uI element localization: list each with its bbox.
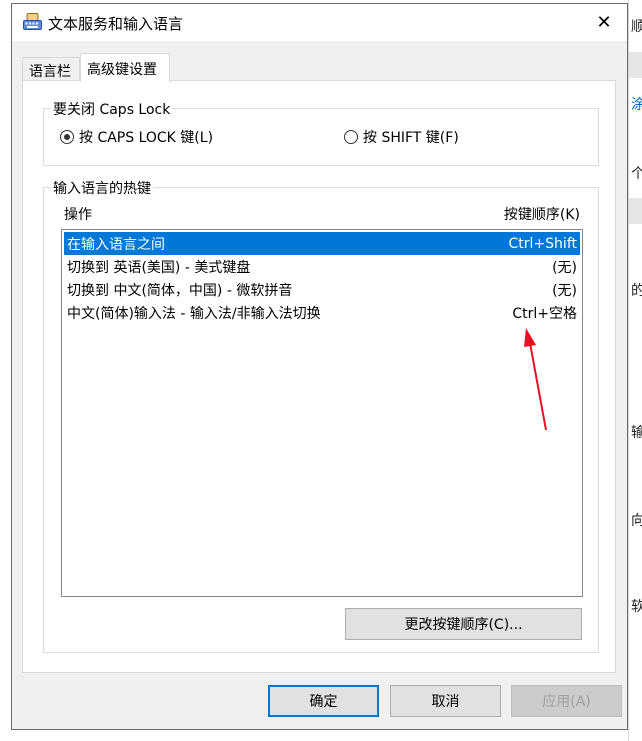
bg-link-fragment[interactable]: 涂 xyxy=(631,94,642,114)
background-window: 顺 涂 个 的 输 向 软 xyxy=(628,0,642,741)
hotkeys-group-title: 输入语言的热键 xyxy=(51,178,153,198)
bg-scroll-region xyxy=(629,198,642,224)
radio-checked-icon[interactable] xyxy=(60,130,74,144)
list-item-action: 在输入语言之间 xyxy=(67,236,165,253)
list-item-action: 中文(简体)输入法 - 输入法/非输入法切换 xyxy=(67,305,321,322)
column-header-key-sequence: 按键顺序(K) xyxy=(503,207,580,223)
bg-text-fragment: 向 xyxy=(631,510,642,530)
radio-shift-key[interactable]: 按 SHIFT 键(F) xyxy=(344,127,459,147)
cancel-button[interactable]: 取消 xyxy=(390,685,501,717)
radio-caps-lock-label: 按 CAPS LOCK 键(L) xyxy=(79,130,214,146)
bg-text-fragment: 输 xyxy=(631,422,642,442)
radio-shift-label: 按 SHIFT 键(F) xyxy=(363,130,459,146)
hotkeys-group: 输入语言的热键 操作 按键顺序(K) 在输入语言之间 Ctrl+Shift 切换… xyxy=(43,178,599,653)
bg-text-fragment: 顺 xyxy=(631,16,642,36)
list-item-key: (无) xyxy=(552,282,577,299)
keyboard-icon xyxy=(23,13,42,30)
apply-button[interactable]: 应用(A) xyxy=(511,685,622,717)
caps-lock-group-title: 要关闭 Caps Lock xyxy=(51,99,173,119)
title-bar[interactable]: 文本服务和输入语言 ✕ xyxy=(12,4,627,41)
bg-text-fragment: 软 xyxy=(631,596,642,616)
list-item-action: 切换到 英语(美国) - 美式键盘 xyxy=(67,259,251,276)
hotkey-list[interactable]: 在输入语言之间 Ctrl+Shift 切换到 英语(美国) - 美式键盘 (无)… xyxy=(61,229,583,597)
bg-text-fragment: 的 xyxy=(631,280,642,300)
window-title: 文本服务和输入语言 xyxy=(48,15,184,33)
bg-text-fragment: 个 xyxy=(631,163,642,183)
close-button[interactable]: ✕ xyxy=(581,4,627,41)
list-item[interactable]: 切换到 英语(美国) - 美式键盘 (无) xyxy=(64,255,580,278)
caps-lock-group: 要关闭 Caps Lock 按 CAPS LOCK 键(L) 按 SHIFT 键… xyxy=(43,99,599,166)
list-item-key: Ctrl+空格 xyxy=(512,305,577,322)
column-header-action: 操作 xyxy=(64,207,92,223)
list-item[interactable]: 中文(简体)输入法 - 输入法/非输入法切换 Ctrl+空格 xyxy=(64,301,580,324)
list-item-key: (无) xyxy=(552,259,577,276)
change-key-sequence-button[interactable]: 更改按键顺序(C)... xyxy=(345,608,582,640)
close-icon: ✕ xyxy=(596,12,612,33)
list-item-key: Ctrl+Shift xyxy=(508,235,577,252)
list-item-action: 切换到 中文(简体，中国) - 微软拼音 xyxy=(67,282,293,299)
radio-unchecked-icon[interactable] xyxy=(344,130,358,144)
tab-advanced-key-settings[interactable]: 高级键设置 xyxy=(80,53,170,82)
list-item[interactable]: 切换到 中文(简体，中国) - 微软拼音 (无) xyxy=(64,278,580,301)
bg-scroll-region xyxy=(629,52,642,78)
ok-button[interactable]: 确定 xyxy=(268,685,379,717)
radio-caps-lock-key[interactable]: 按 CAPS LOCK 键(L) xyxy=(60,127,213,147)
list-item[interactable]: 在输入语言之间 Ctrl+Shift xyxy=(64,232,580,255)
text-services-dialog: 文本服务和输入语言 ✕ 语言栏 高级键设置 要关闭 Caps Lock 按 CA… xyxy=(11,3,628,730)
tab-language-bar[interactable]: 语言栏 xyxy=(22,57,80,81)
advanced-key-settings-panel: 要关闭 Caps Lock 按 CAPS LOCK 键(L) 按 SHIFT 键… xyxy=(22,80,616,673)
